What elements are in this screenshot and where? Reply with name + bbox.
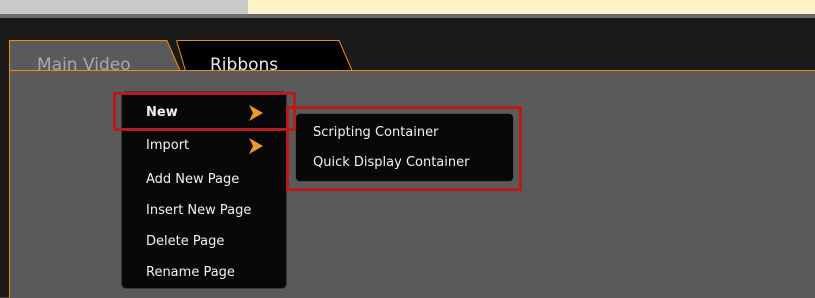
submenu-item-scripting-container-label: Scripting Container xyxy=(313,125,439,140)
menu-item-delete-page-label: Delete Page xyxy=(146,234,225,249)
menu-item-rename-page[interactable]: Rename Page xyxy=(146,261,235,285)
submenu-arrow-icon xyxy=(249,105,263,121)
menu-item-add-new-page[interactable]: Add New Page xyxy=(146,168,239,192)
context-menu: New Import Add New Page Insert New Page … xyxy=(121,91,287,289)
menu-item-delete-page[interactable]: Delete Page xyxy=(146,230,224,254)
submenu-item-quick-display-container-label: Quick Display Container xyxy=(313,155,470,170)
submenu-item-quick-display-container[interactable]: Quick Display Container xyxy=(313,151,469,175)
submenu-arrow-icon xyxy=(249,138,263,154)
menu-item-new[interactable]: New xyxy=(146,101,178,125)
menu-item-new-label: New xyxy=(146,105,178,120)
menu-item-insert-new-page[interactable]: Insert New Page xyxy=(146,199,251,223)
menu-item-add-new-page-label: Add New Page xyxy=(146,172,240,187)
menu-item-import[interactable]: Import xyxy=(146,134,189,158)
menu-item-import-label: Import xyxy=(146,138,190,153)
background-strip-left xyxy=(0,0,248,14)
new-submenu: Scripting Container Quick Display Contai… xyxy=(295,113,514,182)
background-strip-right xyxy=(248,0,815,14)
menu-item-rename-page-label: Rename Page xyxy=(146,265,235,280)
submenu-item-scripting-container[interactable]: Scripting Container xyxy=(313,121,438,145)
menu-item-insert-new-page-label: Insert New Page xyxy=(146,203,252,218)
